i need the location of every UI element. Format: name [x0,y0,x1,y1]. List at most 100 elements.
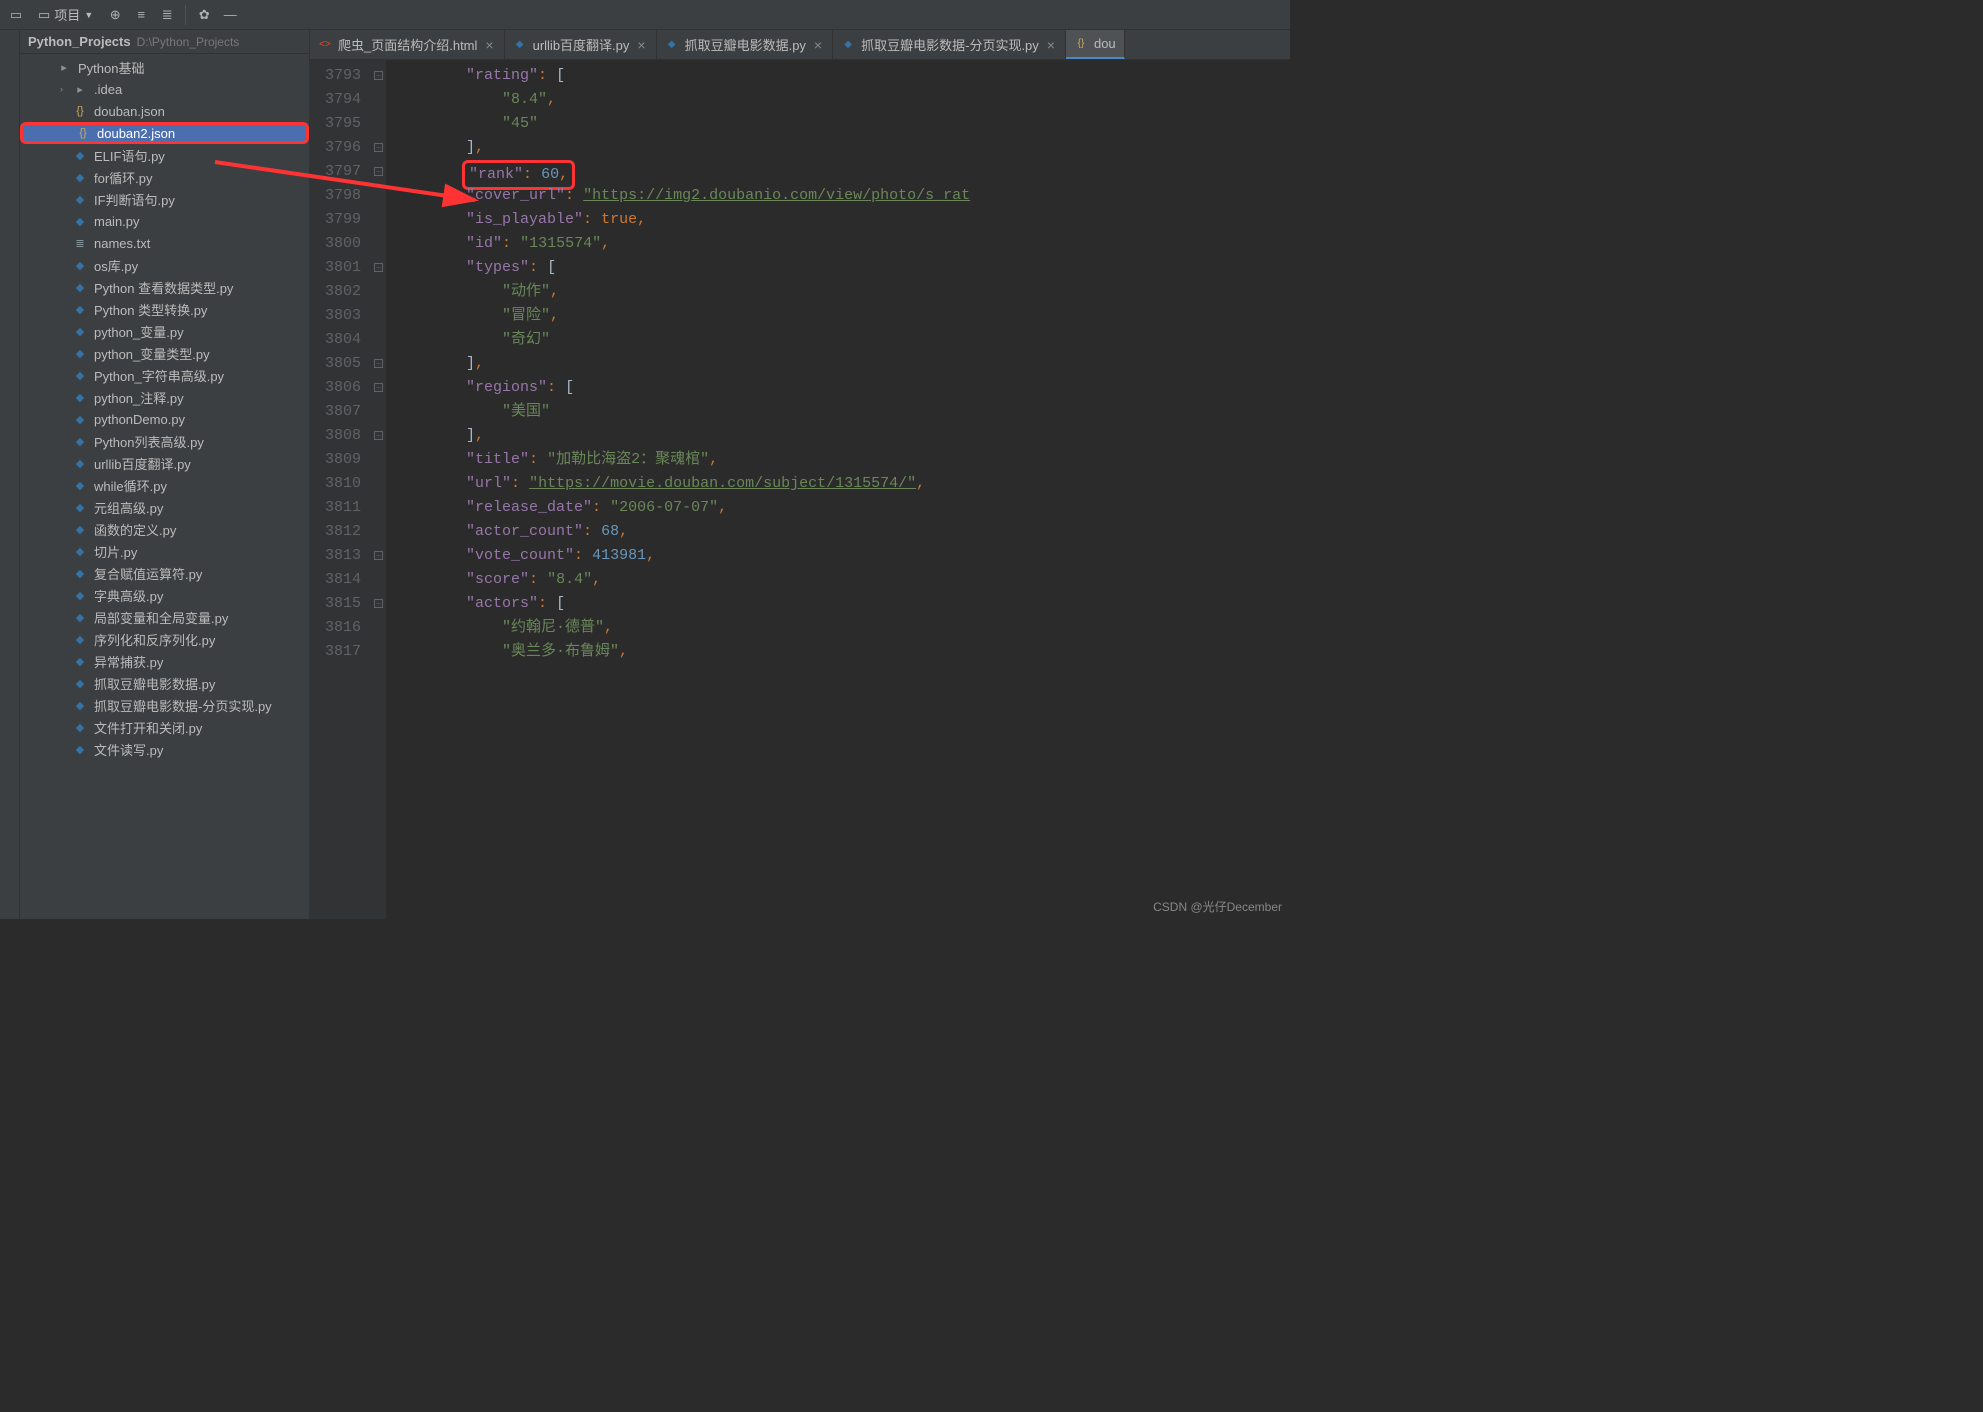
tree-item[interactable]: ◆切片.py [20,540,309,562]
tree-item[interactable]: ▸Python基础 [20,56,309,78]
tree-item[interactable]: ◆复合赋值运算符.py [20,562,309,584]
expand-icon[interactable]: ≡ [129,3,153,27]
code-line[interactable]: "冒险", [394,304,1290,328]
settings-icon[interactable]: ✿ [192,3,216,27]
editor-tab[interactable]: ◆urllib百度翻译.py× [505,30,657,59]
code-line[interactable]: "url": "https://movie.douban.com/subject… [394,472,1290,496]
close-icon[interactable]: × [1045,37,1057,53]
code-line[interactable]: "types": [ [394,256,1290,280]
code-line[interactable]: "release_date": "2006-07-07", [394,496,1290,520]
tree-item[interactable]: ◆while循环.py [20,474,309,496]
code-line[interactable]: ], [394,352,1290,376]
code-line[interactable]: "rank": 60, [394,160,1290,184]
tree-item-label: pythonDemo.py [94,412,185,427]
code-line[interactable]: "rating": [ [394,64,1290,88]
tree-item[interactable]: ◆os库.py [20,254,309,276]
tree-item[interactable]: {}douban2.json [20,122,309,144]
project-label: 项目 [54,5,80,24]
code-line[interactable]: "id": "1315574", [394,232,1290,256]
code-line[interactable]: "8.4", [394,88,1290,112]
tree-item[interactable]: ◆抓取豆瓣电影数据.py [20,672,309,694]
tree-item[interactable]: ◆main.py [20,210,309,232]
editor-tab[interactable]: ◆抓取豆瓣电影数据.py× [657,30,834,59]
hide-icon[interactable]: — [218,3,242,27]
target-icon[interactable]: ⊕ [103,3,127,27]
tree-item[interactable]: ◆Python列表高级.py [20,430,309,452]
fold-marker[interactable]: − [374,599,383,608]
editor-tab[interactable]: <>爬虫_页面结构介绍.html× [310,30,505,59]
code-line[interactable]: "cover_url": "https://img2.doubanio.com/… [394,184,1290,208]
tree-item[interactable]: ◆urllib百度翻译.py [20,452,309,474]
tree-item[interactable]: ◆for循环.py [20,166,309,188]
editor-tab[interactable]: {}dou [1066,30,1125,59]
code-line[interactable]: ], [394,136,1290,160]
py-icon: ◆ [72,279,88,295]
fold-marker[interactable]: − [374,359,383,368]
close-icon[interactable]: × [812,37,824,53]
py-icon: ◆ [72,323,88,339]
editor-tab[interactable]: ◆抓取豆瓣电影数据-分页实现.py× [833,30,1066,59]
project-header[interactable]: Python_Projects D:\Python_Projects [20,30,309,54]
fold-marker[interactable]: − [374,263,383,272]
line-number: 3793 [318,64,361,88]
fold-marker[interactable]: − [374,383,383,392]
line-number: 3807 [318,400,361,424]
folder-icon[interactable]: ▭ [4,3,28,27]
fold-marker[interactable]: − [374,431,383,440]
side-tab-bar[interactable] [0,30,20,919]
tree-item[interactable]: ◆python_变量类型.py [20,342,309,364]
tree-item[interactable]: ◆Python 类型转换.py [20,298,309,320]
code-line[interactable]: "约翰尼·德普", [394,616,1290,640]
code-line[interactable]: "actors": [ [394,592,1290,616]
code-line[interactable]: "vote_count": 413981, [394,544,1290,568]
file-tree[interactable]: ▸Python基础›▸.idea{}douban.json{}douban2.j… [20,54,309,917]
tree-item[interactable]: ◆抓取豆瓣电影数据-分页实现.py [20,694,309,716]
tree-item[interactable]: ◆异常捕获.py [20,650,309,672]
code-line[interactable]: "regions": [ [394,376,1290,400]
tree-item[interactable]: ◆python_注释.py [20,386,309,408]
code-line[interactable]: "美国" [394,400,1290,424]
code-line[interactable]: "45" [394,112,1290,136]
fold-marker[interactable]: − [374,71,383,80]
code-line[interactable]: "奇幻" [394,328,1290,352]
tree-item[interactable]: ◆字典高级.py [20,584,309,606]
fold-column[interactable]: − − − − − − − − − [372,60,386,919]
code-line[interactable]: "title": "加勒比海盗2：聚魂棺", [394,448,1290,472]
close-icon[interactable]: × [635,37,647,53]
chevron-right-icon: › [60,84,72,94]
tree-item[interactable]: ◆局部变量和全局变量.py [20,606,309,628]
tree-item[interactable]: ◆ELIF语句.py [20,144,309,166]
fold-marker[interactable]: − [374,167,383,176]
code-line[interactable]: "score": "8.4", [394,568,1290,592]
line-number: 3812 [318,520,361,544]
tree-item[interactable]: ◆序列化和反序列化.py [20,628,309,650]
tree-item[interactable]: ◆元组高级.py [20,496,309,518]
tree-item[interactable]: ≣names.txt [20,232,309,254]
tree-item[interactable]: ◆Python 查看数据类型.py [20,276,309,298]
tree-item[interactable]: ◆pythonDemo.py [20,408,309,430]
code-line[interactable]: ], [394,424,1290,448]
tree-item[interactable]: {}douban.json [20,100,309,122]
tree-item[interactable]: ◆Python_字符串高级.py [20,364,309,386]
tree-item[interactable]: ◆文件打开和关闭.py [20,716,309,738]
code-line[interactable]: "奥兰多·布鲁姆", [394,640,1290,664]
fold-marker[interactable]: − [374,143,383,152]
code-line[interactable]: "actor_count": 68, [394,520,1290,544]
project-dropdown[interactable]: ▭ 项目 ▼ [30,5,101,24]
collapse-icon[interactable]: ≣ [155,3,179,27]
code-editor[interactable]: "rating": [ "8.4", "45" ], "rank": 60, "… [386,60,1290,919]
tree-item[interactable]: ›▸.idea [20,78,309,100]
tree-item[interactable]: ◆IF判断语句.py [20,188,309,210]
close-icon[interactable]: × [483,37,495,53]
tree-item-label: 异常捕获.py [94,652,163,671]
code-line[interactable]: "动作", [394,280,1290,304]
code-line[interactable]: "is_playable": true, [394,208,1290,232]
line-number: 3799 [318,208,361,232]
tree-item[interactable]: ◆python_变量.py [20,320,309,342]
tree-item[interactable]: ◆文件读写.py [20,738,309,760]
tree-item[interactable]: ◆函数的定义.py [20,518,309,540]
fold-marker[interactable]: − [374,551,383,560]
py-icon: ◆ [72,741,88,757]
line-gutter[interactable]: 3793379437953796379737983799380038013802… [310,60,372,919]
line-number: 3805 [318,352,361,376]
